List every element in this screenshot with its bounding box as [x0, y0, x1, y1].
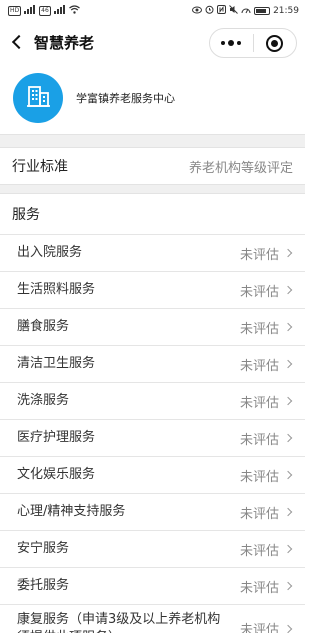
service-item-name: 生活照料服务 [17, 282, 96, 297]
more-dot-icon [221, 41, 226, 45]
chevron-right-icon [283, 396, 293, 406]
service-item-status: 未评估 [239, 432, 279, 448]
chevron-right-icon [283, 624, 293, 633]
network-type-indicator: 46 [39, 6, 51, 16]
service-item-name: 出入院服务 [17, 245, 83, 260]
service-item-status-group: 未评估 [240, 244, 293, 263]
service-item[interactable]: 心理/精神支持服务 未评估 [0, 494, 305, 531]
service-item-status-group: 未评估 [240, 466, 293, 485]
chevron-right-icon [283, 322, 293, 332]
signal-icon [24, 5, 36, 17]
service-item[interactable]: 洗涤服务 未评估 [0, 383, 305, 420]
service-item-status: 未评估 [239, 580, 279, 596]
service-item-name: 康复服务（申请3级及以上养老机构须提供此项服务） [17, 612, 221, 633]
service-item-status-group: 未评估 [240, 429, 293, 448]
service-item-name: 清洁卫生服务 [17, 356, 96, 371]
services-list: 出入院服务 未评估 生活照料服务 未评估 膳食服务 未评估 清洁卫生服务 未评估 洗涤服务 未评估… [0, 234, 305, 633]
chevron-right-icon [283, 544, 293, 554]
service-item-status-group: 未评估 [240, 540, 293, 559]
section-divider [0, 184, 305, 194]
eye-icon [192, 6, 203, 17]
service-item-name: 文化娱乐服务 [17, 467, 96, 482]
nav-bar: 智慧养老 [0, 22, 305, 62]
service-item-name: 洗涤服务 [17, 393, 70, 408]
service-item-name: 心理/精神支持服务 [17, 504, 126, 519]
service-item-status-group: 未评估 [240, 619, 293, 633]
more-menu-button[interactable] [210, 29, 253, 57]
service-item-name: 委托服务 [17, 578, 70, 593]
more-dot-icon [237, 41, 242, 45]
status-bar-left: HD 46 [8, 5, 80, 17]
service-item-status: 未评估 [239, 543, 279, 559]
service-item[interactable]: 生活照料服务 未评估 [0, 272, 305, 309]
chevron-left-icon [11, 34, 27, 50]
service-item-status: 未评估 [239, 623, 279, 633]
service-item[interactable]: 清洁卫生服务 未评估 [0, 346, 305, 383]
service-item[interactable]: 委托服务 未评估 [0, 568, 305, 605]
industry-standard-row: 行业标准 养老机构等级评定 [0, 148, 305, 184]
clock-time: 21:59 [273, 6, 299, 16]
chevron-right-icon [283, 285, 293, 295]
industry-standard-label: 行业标准 [12, 159, 68, 175]
service-item-status: 未评估 [239, 469, 279, 485]
org-avatar [13, 73, 63, 123]
service-item-status: 未评估 [239, 321, 279, 337]
service-item-status: 未评估 [239, 506, 279, 522]
industry-standard-value: 养老机构等级评定 [188, 160, 293, 176]
service-item[interactable]: 文化娱乐服务 未评估 [0, 457, 305, 494]
service-item[interactable]: 康复服务（申请3级及以上养老机构须提供此项服务） 未评估 [0, 605, 305, 633]
signal-icon-2 [53, 5, 66, 17]
service-item[interactable]: 膳食服务 未评估 [0, 309, 305, 346]
chevron-right-icon [283, 470, 293, 480]
service-item[interactable]: 出入院服务 未评估 [0, 235, 305, 272]
service-item-name: 膳食服务 [17, 319, 70, 334]
services-section-title: 服务 [12, 207, 40, 223]
service-item-status: 未评估 [239, 247, 279, 263]
service-item-status: 未评估 [239, 395, 279, 411]
alarm-icon [205, 5, 214, 17]
close-mini-program-button[interactable] [254, 29, 297, 57]
service-item-status-group: 未评估 [240, 281, 293, 300]
page-title: 智慧养老 [34, 33, 95, 52]
org-name: 学富镇养老服务中心 [76, 92, 175, 105]
org-header: 学富镇养老服务中心 [0, 62, 305, 134]
service-item-status-group: 未评估 [240, 392, 293, 411]
mini-program-capsule [209, 28, 297, 58]
chevron-right-icon [283, 248, 293, 258]
building-icon [23, 81, 53, 115]
status-bar: HD 46 21:59 [0, 0, 305, 22]
section-divider [0, 134, 305, 148]
back-button[interactable] [0, 22, 34, 62]
service-item-status-group: 未评估 [240, 318, 293, 337]
mute-icon [229, 5, 238, 17]
hd-indicator: HD [8, 6, 22, 16]
service-item-status-group: 未评估 [240, 577, 293, 596]
wifi-icon [68, 5, 80, 17]
service-item-name: 安宁服务 [17, 541, 70, 556]
chevron-right-icon [283, 581, 293, 591]
service-item[interactable]: 安宁服务 未评估 [0, 531, 305, 568]
close-target-icon [266, 34, 284, 52]
service-item-status: 未评估 [239, 358, 279, 374]
chevron-right-icon [283, 433, 293, 443]
service-item-status-group: 未评估 [240, 503, 293, 522]
speed-icon [241, 5, 251, 17]
chevron-right-icon [283, 359, 293, 369]
service-item-status: 未评估 [239, 284, 279, 300]
chevron-right-icon [283, 507, 293, 517]
service-item-name: 医疗护理服务 [17, 430, 96, 445]
status-bar-right: 21:59 [192, 5, 299, 17]
nfc-icon [217, 5, 227, 17]
service-item-status-group: 未评估 [240, 355, 293, 374]
more-dot-icon [228, 40, 235, 46]
battery-icon [254, 7, 271, 15]
service-item[interactable]: 医疗护理服务 未评估 [0, 420, 305, 457]
